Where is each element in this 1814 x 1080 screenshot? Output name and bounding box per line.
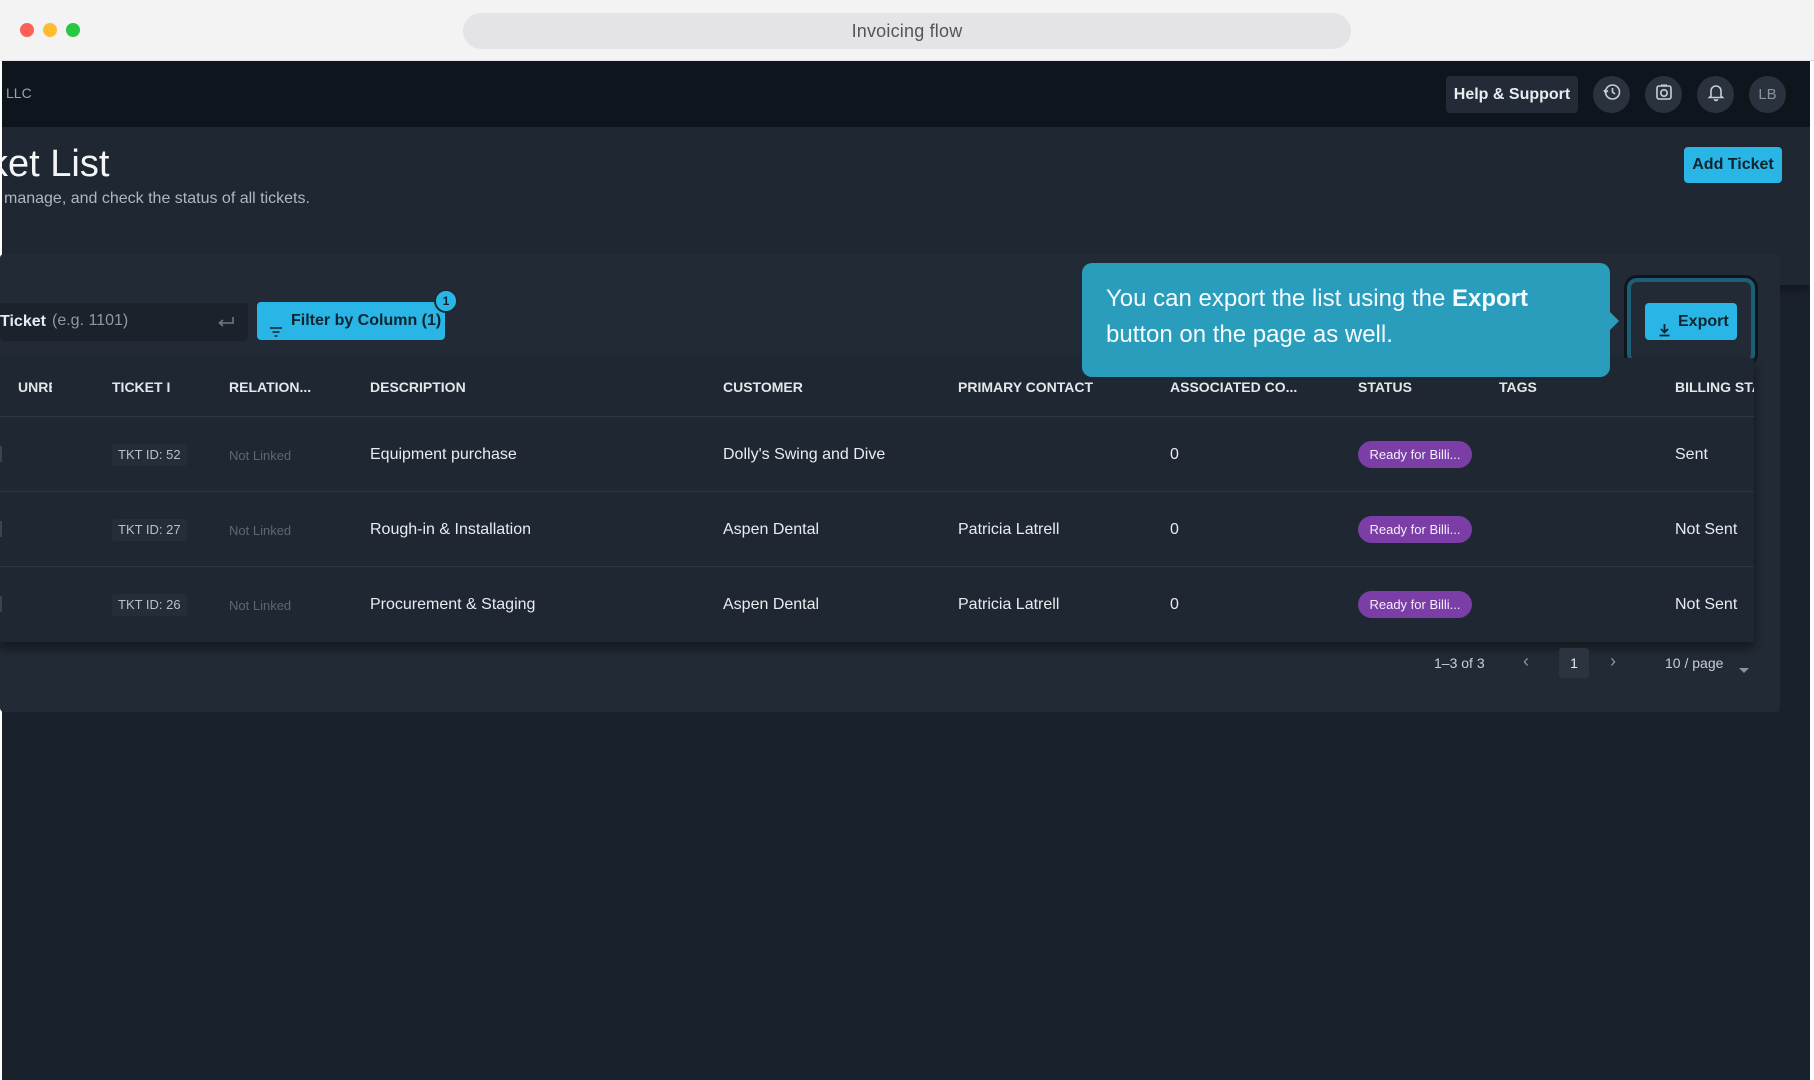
customer-cell[interactable]: Dolly's Swing and Dive xyxy=(723,446,885,464)
browser-window: Invoicing flow LLC Help & Support LB et … xyxy=(0,0,1814,1080)
description-cell[interactable]: Rough-in & Installation xyxy=(370,521,531,539)
column-header-relation[interactable]: RELATION... xyxy=(229,379,311,395)
row-unread-marker xyxy=(0,446,2,462)
ticket-id-tag[interactable]: TKT ID: 52 xyxy=(112,444,187,466)
row-unread-marker xyxy=(0,596,2,612)
status-badge: Ready for Billi... xyxy=(1358,516,1472,543)
customer-cell[interactable]: Aspen Dental xyxy=(723,521,819,539)
help-support-button[interactable]: Help & Support xyxy=(1446,76,1578,113)
column-header-primary-contact[interactable]: PRIMARY CONTACT xyxy=(958,379,1093,395)
relation-cell: Not Linked xyxy=(229,598,292,613)
screenshot-button[interactable] xyxy=(1645,76,1682,113)
ticket-id-tag[interactable]: TKT ID: 27 xyxy=(112,519,187,541)
column-header-associated[interactable]: ASSOCIATED CO... xyxy=(1170,379,1297,395)
billing-status-cell: Not Sent xyxy=(1675,521,1738,538)
pagination-page-1[interactable]: 1 xyxy=(1559,648,1589,678)
tooltip-text-end: button on the page as well. xyxy=(1106,321,1393,348)
export-button[interactable]: Export xyxy=(1645,303,1737,340)
maximize-window-button[interactable] xyxy=(66,23,80,37)
history-button[interactable] xyxy=(1593,76,1630,113)
filter-icon xyxy=(269,315,283,353)
page-size-select[interactable]: 10 / page xyxy=(1665,655,1723,671)
primary-contact-cell[interactable]: Patricia Latrell xyxy=(958,521,1059,539)
pagination-range: 1–3 of 3 xyxy=(1434,655,1485,671)
camera-icon xyxy=(1654,82,1674,107)
description-cell[interactable]: Procurement & Staging xyxy=(370,596,535,614)
add-ticket-button[interactable]: Add Ticket xyxy=(1684,147,1782,183)
column-header-description[interactable]: DESCRIPTION xyxy=(370,379,466,395)
filter-label: Filter by Column (1) xyxy=(291,312,442,329)
relation-cell: Not Linked xyxy=(229,448,292,463)
page-subtitle: manage, and check the status of all tick… xyxy=(4,190,310,207)
tooltip-arrow xyxy=(1610,312,1619,330)
associated-count-cell: 0 xyxy=(1170,596,1179,613)
column-header-customer[interactable]: CUSTOMER xyxy=(723,379,803,395)
org-name: LLC xyxy=(6,85,32,101)
relation-cell: Not Linked xyxy=(229,523,292,538)
ticket-search-input[interactable] xyxy=(52,312,192,330)
ticket-id-tag[interactable]: TKT ID: 26 xyxy=(112,594,187,616)
notifications-button[interactable] xyxy=(1697,76,1734,113)
customer-cell[interactable]: Aspen Dental xyxy=(723,596,819,614)
column-header-ticket-id[interactable]: TICKET I xyxy=(112,379,170,395)
column-header-billing-status[interactable]: BILLING STA xyxy=(1675,379,1754,395)
billing-status-cell: Sent xyxy=(1675,446,1708,463)
filter-by-column-button[interactable]: Filter by Column (1) xyxy=(257,302,445,340)
row-unread-marker xyxy=(0,521,2,537)
tooltip-bold-text: Export xyxy=(1452,285,1529,312)
enter-icon[interactable] xyxy=(216,314,236,335)
title-bar: Invoicing flow xyxy=(0,0,1814,61)
user-avatar[interactable]: LB xyxy=(1749,76,1786,113)
download-icon xyxy=(1658,314,1671,351)
column-header-unread[interactable]: UNRE xyxy=(18,379,52,395)
history-icon xyxy=(1602,82,1622,107)
bell-icon xyxy=(1706,82,1726,107)
status-badge: Ready for Billi... xyxy=(1358,441,1472,468)
minimize-window-button[interactable] xyxy=(43,23,57,37)
address-bar[interactable]: Invoicing flow xyxy=(463,13,1351,49)
next-page-icon[interactable]: › xyxy=(1610,651,1616,672)
filter-count-badge: 1 xyxy=(434,289,458,313)
column-header-tags[interactable]: TAGS xyxy=(1499,379,1537,395)
close-window-button[interactable] xyxy=(20,23,34,37)
primary-contact-cell[interactable]: Patricia Latrell xyxy=(958,596,1059,614)
export-label: Export xyxy=(1678,313,1729,330)
export-tooltip: You can export the list using the Export… xyxy=(1082,263,1610,377)
tooltip-text: You can export the list using the xyxy=(1106,285,1453,312)
ticket-search: Ticket xyxy=(0,303,248,341)
top-nav: LLC Help & Support LB xyxy=(2,61,1810,127)
associated-count-cell: 0 xyxy=(1170,521,1179,538)
description-cell[interactable]: Equipment purchase xyxy=(370,446,517,464)
column-header-status[interactable]: STATUS xyxy=(1358,379,1412,395)
billing-status-cell: Not Sent xyxy=(1675,596,1738,613)
prev-page-icon[interactable]: ‹ xyxy=(1523,651,1529,672)
status-badge: Ready for Billi... xyxy=(1358,591,1472,618)
chevron-down-icon[interactable] xyxy=(1739,661,1749,679)
associated-count-cell: 0 xyxy=(1170,446,1179,463)
page-title: cket List xyxy=(0,143,110,185)
search-label: Ticket xyxy=(0,313,46,330)
